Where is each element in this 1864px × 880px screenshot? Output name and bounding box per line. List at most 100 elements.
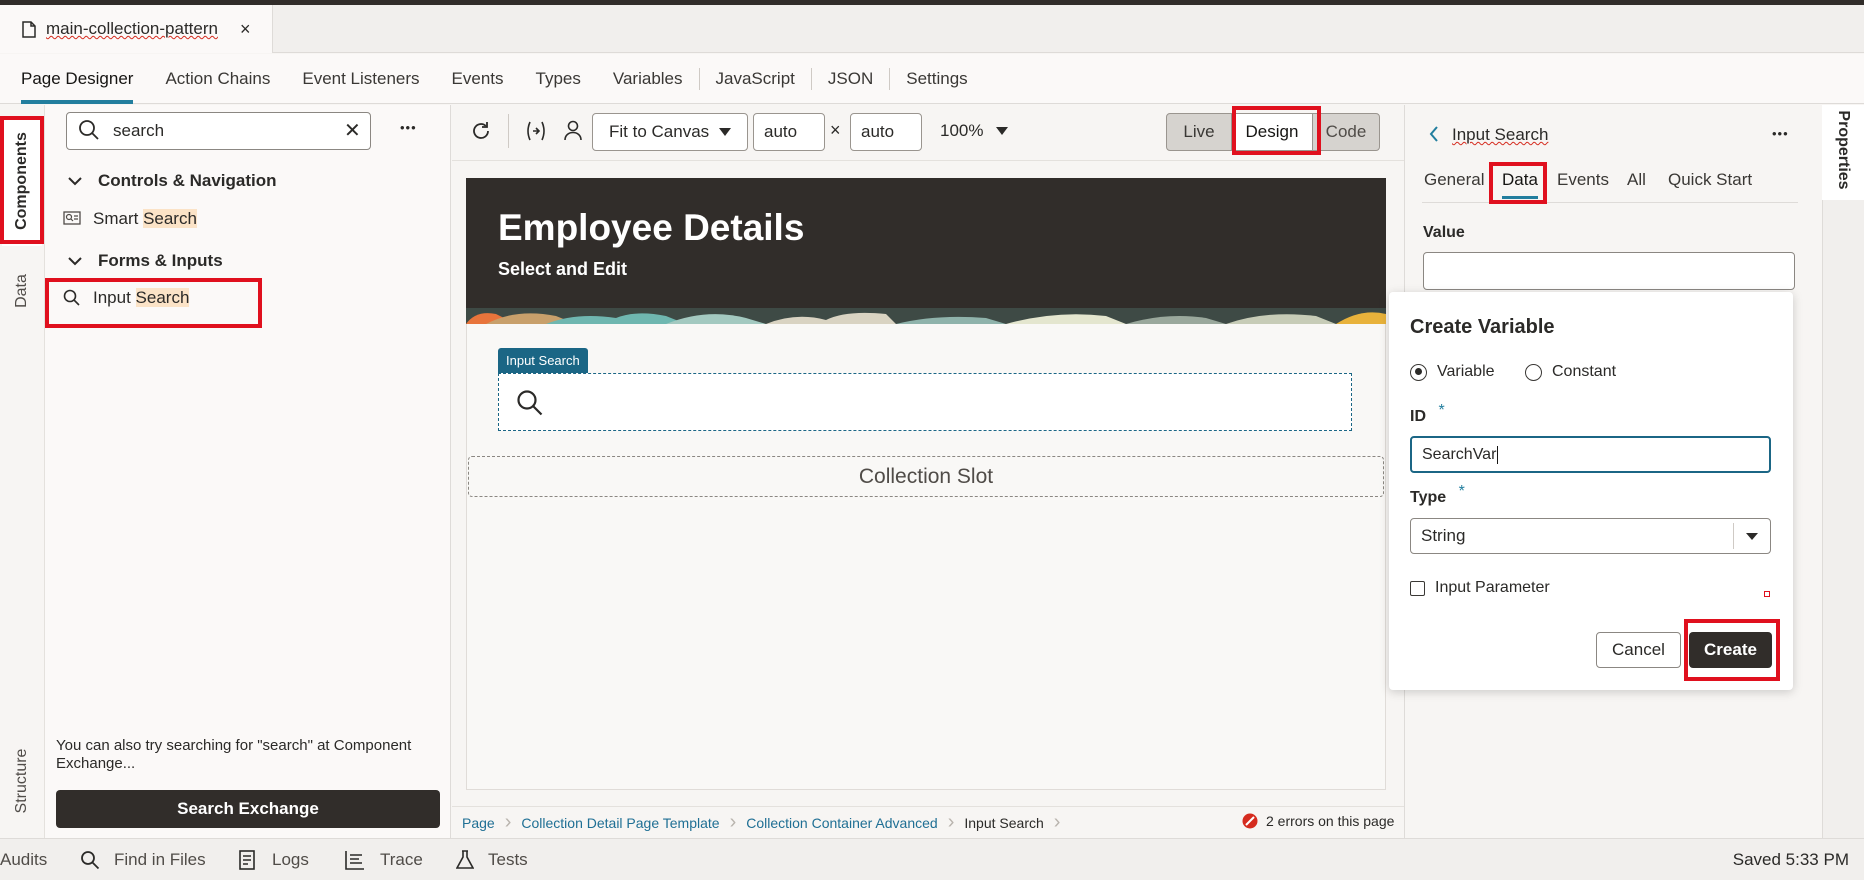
page-subtitle: Select and Edit [498, 259, 628, 279]
group-title: Forms & Inputs [98, 251, 223, 270]
mode-code-button[interactable]: Code [1312, 113, 1380, 151]
page-header-banner [466, 178, 1386, 324]
mode-design-button[interactable]: Design [1232, 113, 1312, 151]
search-match-highlight: Search [143, 209, 197, 228]
radio-variable[interactable]: Variable [1410, 363, 1495, 381]
tab-settings[interactable]: Settings [890, 54, 983, 104]
refresh-icon[interactable] [470, 120, 492, 142]
cancel-button[interactable]: Cancel [1596, 632, 1681, 668]
group-controls-navigation[interactable]: Controls & Navigation [68, 171, 277, 191]
prop-tabs-divider [1422, 202, 1798, 203]
right-side-rail [1822, 105, 1864, 838]
user-icon[interactable] [563, 119, 583, 141]
required-marker: * [1438, 402, 1445, 419]
breadcrumb-page[interactable]: Page [462, 815, 505, 831]
prop-tab-active-indicator [1502, 196, 1538, 199]
tab-javascript[interactable]: JavaScript [700, 54, 811, 104]
back-chevron-icon[interactable] [1429, 126, 1439, 142]
breadcrumb-container[interactable]: Collection Container Advanced [746, 815, 947, 831]
create-button[interactable]: Create [1689, 632, 1772, 668]
data-rail-tab[interactable]: Data [13, 269, 31, 313]
close-tab-icon[interactable]: × [240, 19, 251, 40]
tab-event-listeners[interactable]: Event Listeners [286, 54, 435, 104]
prop-tab-events[interactable]: Events [1557, 170, 1609, 190]
status-logs-label: Logs [272, 850, 309, 869]
saved-status-text: Saved 5:33 PM [1732, 850, 1849, 869]
small-marker [1764, 591, 1770, 597]
component-search-input[interactable]: search [66, 112, 371, 150]
collection-slot[interactable]: Collection Slot [468, 456, 1384, 497]
page-title: Employee Details [498, 207, 805, 248]
saved-status: Saved 5:33 PM [1733, 850, 1849, 870]
tab-json[interactable]: JSON [812, 54, 889, 104]
input-parameter-checkbox[interactable]: Input Parameter [1410, 579, 1550, 597]
page-errors-indicator[interactable]: 2 errors on this page [1242, 813, 1394, 829]
prop-tab-all[interactable]: All [1627, 170, 1646, 190]
component-input-search[interactable]: Input Search [63, 288, 190, 308]
search-icon [81, 851, 100, 870]
tab-action-chains[interactable]: Action Chains [149, 54, 286, 104]
logs-icon [239, 850, 255, 870]
smart-search-icon [63, 211, 81, 225]
fit-canvas-value: Fit to Canvas [609, 122, 710, 141]
radio-constant-label: Constant [1552, 363, 1617, 380]
zoom-caret-icon[interactable] [996, 127, 1008, 135]
status-tests[interactable]: Tests [456, 850, 528, 870]
canvas-width-input[interactable]: auto [753, 113, 825, 151]
status-find-in-files[interactable]: Find in Files [80, 850, 206, 870]
caret-down-icon [719, 128, 731, 136]
properties-more-icon[interactable]: ••• [1772, 126, 1789, 141]
group-title: Controls & Navigation [98, 171, 277, 190]
zoom-level[interactable]: 100% [940, 121, 983, 141]
file-tab-name: main-collection-pattern [46, 19, 218, 38]
toolbar-separator [508, 114, 509, 148]
dimension-times-sign: × [830, 120, 841, 140]
prop-tab-quick-start[interactable]: Quick Start [1668, 170, 1752, 190]
variable-binding-icon[interactable] [524, 120, 548, 142]
input-search-selection-label: Input Search [498, 348, 588, 373]
component-label: Smart Search [93, 209, 197, 229]
label-prefix: Smart [93, 209, 144, 228]
properties-rail-label: Properties [1835, 110, 1852, 190]
clear-search-icon[interactable]: ✕ [344, 118, 361, 143]
properties-rail-tab[interactable]: Properties [1822, 105, 1864, 200]
status-bar: Audits Find in Files Logs Trace Tests Sa… [0, 838, 1864, 880]
component-smart-search[interactable]: Smart Search [63, 209, 197, 229]
status-logs[interactable]: Logs [238, 850, 309, 870]
components-rail-tab[interactable]: Components [2, 118, 42, 246]
input-search-component[interactable] [498, 373, 1352, 431]
structure-rail-tab[interactable]: Structure [13, 737, 31, 825]
value-input[interactable] [1423, 252, 1795, 290]
status-audits[interactable]: Audits [0, 850, 47, 870]
tab-types[interactable]: Types [520, 54, 597, 104]
fit-canvas-select[interactable]: Fit to Canvas [592, 113, 748, 151]
chevron-down-icon [68, 257, 82, 266]
radio-constant[interactable]: Constant [1525, 363, 1616, 381]
input-parameter-label: Input Parameter [1435, 579, 1550, 596]
radio-variable-label: Variable [1437, 363, 1495, 380]
canvas-height-input[interactable]: auto [850, 113, 922, 151]
variable-id-input[interactable]: SearchVar [1410, 436, 1771, 473]
group-forms-inputs[interactable]: Forms & Inputs [68, 251, 223, 271]
components-more-icon[interactable]: ••• [400, 120, 417, 135]
tab-page-designer[interactable]: Page Designer [21, 54, 149, 104]
breadcrumb-current: Input Search [964, 814, 1044, 831]
search-exchange-button[interactable]: Search Exchange [56, 790, 440, 828]
variable-type-select[interactable]: String [1410, 518, 1771, 554]
breadcrumb-template[interactable]: Collection Detail Page Template [521, 815, 729, 831]
text-cursor [1497, 445, 1499, 464]
tab-variables[interactable]: Variables [597, 54, 699, 104]
prop-tab-data[interactable]: Data [1502, 170, 1538, 190]
file-tab[interactable]: main-collection-pattern × [0, 5, 273, 53]
component-search-value: search [113, 121, 165, 140]
component-label: Input Search [93, 288, 190, 308]
errors-text: 2 errors on this page [1266, 813, 1395, 829]
id-label: ID * [1410, 402, 1445, 426]
flask-icon [456, 850, 474, 869]
mode-live-button[interactable]: Live [1166, 113, 1232, 151]
tab-events[interactable]: Events [436, 54, 520, 104]
popup-title: Create Variable [1410, 316, 1555, 338]
error-icon [1242, 813, 1258, 829]
prop-tab-general[interactable]: General [1424, 170, 1484, 190]
status-trace[interactable]: Trace [344, 850, 423, 870]
